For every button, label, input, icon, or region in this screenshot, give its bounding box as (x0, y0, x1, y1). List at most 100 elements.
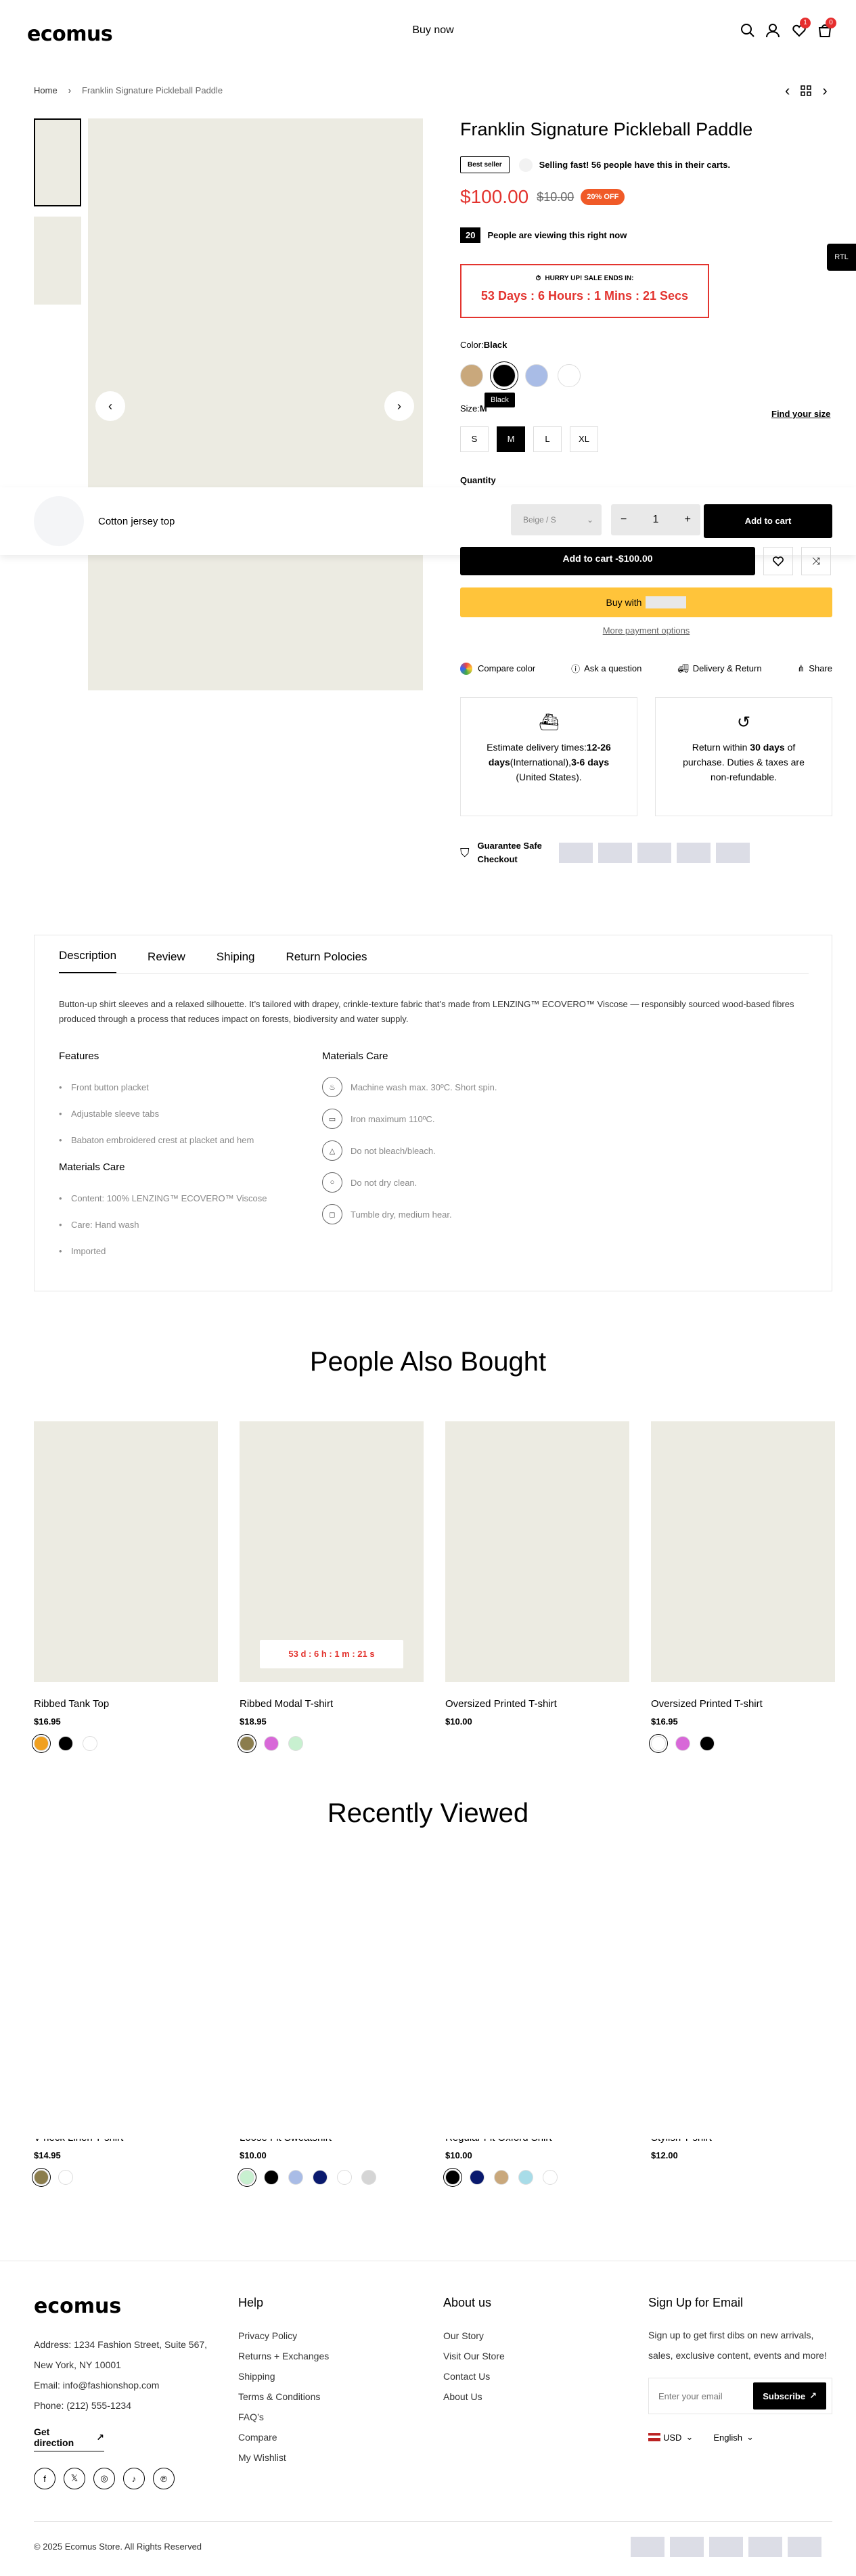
product-card[interactable]: Oversized Printed T-shirt $10.00 (445, 1421, 629, 1736)
email-input[interactable] (658, 2391, 746, 2401)
help-link[interactable]: FAQ’s (238, 2412, 329, 2422)
gallery-next-button[interactable]: › (384, 391, 414, 421)
size-option[interactable]: M (497, 426, 525, 452)
color-swatch[interactable] (58, 2170, 73, 2185)
tiktok-icon[interactable]: ♪ (123, 2468, 145, 2489)
sticky-add-to-cart-button[interactable]: Add to cart (704, 504, 832, 538)
color-swatch[interactable] (700, 1736, 715, 1751)
size-option[interactable]: L (533, 426, 562, 452)
color-swatch[interactable] (361, 2170, 376, 2185)
gallery-prev-button[interactable]: ‹ (95, 391, 125, 421)
product-card-name[interactable]: Oversized Printed T-shirt (651, 1698, 835, 1710)
size-option[interactable]: XL (570, 426, 598, 452)
share-action[interactable]: ⋔ Share (797, 663, 832, 674)
product-card-image[interactable] (34, 1875, 218, 2139)
sticky-variant-select[interactable]: Beige / S ⌄ (511, 504, 602, 535)
product-card-image[interactable] (34, 1421, 218, 1682)
increase-qty-button[interactable]: + (685, 514, 691, 526)
search-icon[interactable] (740, 23, 757, 39)
product-card-image[interactable]: 53 d : 6 h : 1 m : 21 s (240, 1421, 424, 1682)
product-card-name[interactable]: Oversized Printed T-shirt (445, 1698, 629, 1710)
color-swatch[interactable] (494, 2170, 509, 2185)
color-swatch[interactable] (525, 364, 548, 387)
add-to-cart-button[interactable]: Add to cart -$100.00 (460, 547, 755, 575)
buy-with-button[interactable]: Buy with (460, 587, 832, 617)
tab-shipping[interactable]: Shiping (217, 950, 255, 973)
product-card-name[interactable]: Ribbed Tank Top (34, 1698, 218, 1710)
color-swatch[interactable] (558, 364, 581, 387)
more-payment-link[interactable]: More payment options (460, 625, 832, 636)
tab-description[interactable]: Description (59, 949, 117, 973)
color-swatch[interactable] (264, 1736, 279, 1751)
product-card[interactable]: Loose Fit Sweatshirt$10.00 (240, 1875, 424, 2185)
breadcrumb-home[interactable]: Home (34, 85, 58, 95)
sticky-quantity-stepper[interactable]: − 1 + (611, 504, 700, 535)
gallery-thumbnail[interactable] (34, 118, 81, 206)
site-logo[interactable]: ecomus (27, 22, 113, 46)
size-option[interactable]: S (460, 426, 489, 452)
color-swatch[interactable] (460, 364, 483, 387)
product-card[interactable]: Stylish T-shirt$12.00 (651, 1875, 835, 2170)
help-link[interactable]: Privacy Policy (238, 2330, 329, 2341)
currency-select[interactable]: USD ⌄ (648, 2432, 693, 2443)
color-swatch[interactable] (240, 1736, 254, 1751)
delivery-return-action[interactable]: 🚚︎ Delivery & Return (677, 663, 761, 674)
nav-buy-now[interactable]: Buy now (399, 24, 467, 37)
product-card[interactable]: 53 d : 6 h : 1 m : 21 s Ribbed Modal T-sh… (240, 1421, 424, 1751)
product-card[interactable]: Regular Fit Oxford Shirt$10.00 (445, 1875, 629, 2185)
about-link[interactable]: Contact Us (443, 2371, 505, 2382)
color-swatch[interactable] (264, 2170, 279, 2185)
color-swatch[interactable] (518, 2170, 533, 2185)
color-swatch[interactable] (58, 1736, 73, 1751)
tab-review[interactable]: Review (148, 950, 185, 973)
subscribe-button[interactable]: Subscribe ↗ (753, 2382, 826, 2410)
color-swatch[interactable] (543, 2170, 558, 2185)
product-card-image[interactable] (651, 1875, 835, 2139)
color-swatch[interactable] (337, 2170, 352, 2185)
product-card-image[interactable] (445, 1875, 629, 2139)
help-link[interactable]: My Wishlist (238, 2452, 329, 2463)
language-select[interactable]: English ⌄ (713, 2432, 754, 2443)
get-direction-link[interactable]: Get direction ↗ (34, 2426, 104, 2451)
compare-button[interactable]: ⤨ (801, 547, 831, 575)
product-card[interactable]: V-neck Linen T-shirt$14.95 (34, 1875, 218, 2185)
find-size-link[interactable]: Find your size (771, 409, 830, 419)
color-swatch[interactable] (445, 2170, 460, 2185)
color-swatch[interactable] (651, 1736, 666, 1751)
color-swatch[interactable] (83, 1736, 97, 1751)
color-swatch[interactable] (240, 2170, 254, 2185)
product-card-image[interactable] (651, 1421, 835, 1682)
help-link[interactable]: Compare (238, 2432, 329, 2443)
add-wishlist-button[interactable] (763, 547, 793, 575)
decrease-qty-button[interactable]: − (621, 514, 627, 526)
about-link[interactable]: Our Story (443, 2330, 505, 2341)
product-card-name[interactable]: Ribbed Modal T-shirt (240, 1698, 424, 1710)
gallery-thumbnail[interactable] (34, 217, 81, 305)
product-card-image[interactable] (445, 1421, 629, 1682)
instagram-icon[interactable]: ◎ (93, 2468, 115, 2489)
quantity-value[interactable]: 1 (653, 514, 659, 526)
wishlist-icon[interactable]: 1 (792, 18, 811, 39)
product-card-image[interactable] (240, 1875, 424, 2139)
ask-question-action[interactable]: ⓘ Ask a question (571, 662, 641, 675)
prev-product-icon[interactable]: ‹ (785, 82, 790, 99)
next-product-icon[interactable]: › (822, 82, 827, 99)
color-swatch[interactable] (313, 2170, 328, 2185)
help-link[interactable]: Terms & Conditions (238, 2391, 329, 2402)
cart-icon[interactable]: 0 (817, 18, 836, 39)
account-icon[interactable] (765, 23, 782, 39)
color-swatch[interactable] (288, 1736, 303, 1751)
about-link[interactable]: About Us (443, 2391, 505, 2402)
x-icon[interactable]: 𝕏 (64, 2468, 85, 2489)
rtl-toggle[interactable]: RTL (827, 244, 856, 271)
color-swatch[interactable] (675, 1736, 690, 1751)
facebook-icon[interactable]: f (34, 2468, 55, 2489)
product-card[interactable]: Ribbed Tank Top $16.95 (34, 1421, 218, 1751)
grid-icon[interactable] (801, 85, 812, 96)
about-link[interactable]: Visit Our Store (443, 2351, 505, 2361)
help-link[interactable]: Returns + Exchanges (238, 2351, 329, 2361)
color-swatch[interactable] (34, 2170, 49, 2185)
color-swatch[interactable] (470, 2170, 485, 2185)
footer-logo[interactable]: ecomus (34, 2294, 207, 2318)
product-card[interactable]: Oversized Printed T-shirt $16.95 (651, 1421, 835, 1751)
